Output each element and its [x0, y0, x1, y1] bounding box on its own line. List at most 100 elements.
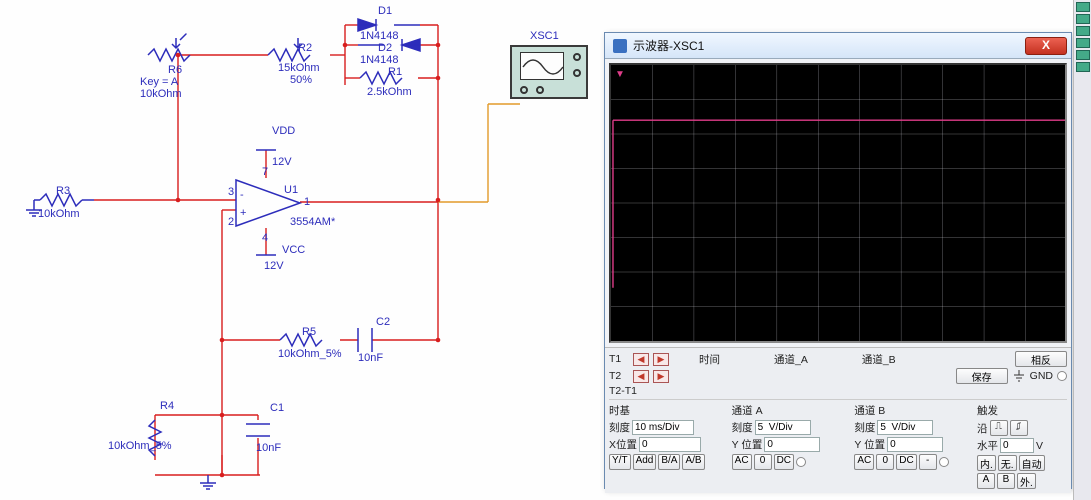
t1-left-button[interactable]: ◀ [633, 353, 649, 366]
ab-button[interactable]: A/B [682, 454, 704, 470]
level-unit: V [1036, 440, 1043, 452]
falling-edge-button[interactable]: ⎎ [1010, 420, 1028, 436]
label-r1-ref: R1 [388, 66, 402, 78]
svg-text:+: + [240, 207, 246, 219]
col-chb: 通道_B [862, 352, 896, 367]
oscilloscope-icon [613, 39, 627, 53]
t2-label: T2 [609, 370, 621, 382]
instrument-xsc1[interactable] [510, 45, 588, 99]
label-r6-val: 10kOhm [140, 88, 182, 100]
trigger-none-button[interactable]: 无. [998, 455, 1017, 471]
t1-right-button[interactable]: ▶ [653, 353, 669, 366]
cha-ypos-label: Y 位置 [732, 437, 763, 452]
palette-item[interactable] [1076, 26, 1090, 36]
sidebar-palette[interactable] [1073, 0, 1091, 500]
cha-dc-button[interactable]: DC [774, 454, 794, 470]
label-r3-val: 10kOhm [38, 208, 80, 220]
xsc1-port-gnd[interactable] [573, 69, 581, 77]
label-r2-val: 15kOhm [278, 62, 320, 74]
label-r6-key: Key = A [140, 76, 178, 88]
label-c2-ref: C2 [376, 316, 390, 328]
palette-item[interactable] [1076, 38, 1090, 48]
label-r4-ref: R4 [160, 400, 174, 412]
label-r2-ref: R2 [298, 42, 312, 54]
chb-scale-input[interactable] [877, 420, 933, 435]
reverse-button[interactable]: 相反 [1015, 351, 1067, 367]
label-r5-val: 10kOhm_5% [278, 348, 342, 360]
schematic-canvas[interactable]: - + D1 1N4148 D2 1N4148 R1 2.5kOhm R2 15… [0, 0, 1091, 500]
chb-ac-button[interactable]: AC [854, 454, 874, 470]
cha-ac-button[interactable]: AC [732, 454, 752, 470]
trigger-header: 触发 [977, 403, 1067, 418]
t2-left-button[interactable]: ◀ [633, 370, 649, 383]
trace-marker: ▼ [615, 69, 625, 80]
timebase-section: 时基 刻度 X位置 Y/T Add B/A A/B [609, 403, 728, 489]
level-label: 水平 [977, 438, 998, 453]
trigger-inside-button[interactable]: 内. [977, 455, 996, 471]
label-r5-ref: R5 [302, 326, 316, 338]
palette-item[interactable] [1076, 62, 1090, 72]
timebase-scale-input[interactable] [632, 420, 694, 435]
instrument-xsc1-screen [520, 52, 564, 80]
cha-zero-button[interactable]: 0 [754, 454, 772, 470]
add-button[interactable]: Add [633, 454, 657, 470]
chb-dc-button[interactable]: DC [896, 454, 916, 470]
label-u1-model: 3554AM* [290, 216, 335, 228]
trigger-auto-button[interactable]: 自动 [1019, 455, 1045, 471]
chb-ypos-input[interactable] [887, 437, 943, 452]
chb-port[interactable] [939, 457, 949, 467]
oscilloscope-screen[interactable]: ▼ [609, 63, 1067, 343]
t2-right-button[interactable]: ▶ [653, 370, 669, 383]
trigger-b-button[interactable]: B [997, 473, 1015, 489]
ba-button[interactable]: B/A [658, 454, 680, 470]
label-d1-ref: D1 [378, 5, 392, 17]
edge-label: 沿 [977, 421, 988, 436]
chb-zero-button[interactable]: 0 [876, 454, 894, 470]
palette-item[interactable] [1076, 14, 1090, 24]
diff-label: T2-T1 [609, 385, 637, 397]
gnd-label: GND [1030, 370, 1053, 382]
trigger-level-input[interactable] [1000, 438, 1034, 453]
chb-ypos-label: Y 位置 [854, 437, 885, 452]
label-xsc1: XSC1 [530, 30, 559, 42]
save-button[interactable]: 保存 [956, 368, 1008, 384]
palette-item[interactable] [1076, 50, 1090, 60]
label-vdd: VDD [272, 125, 295, 137]
label-c1-ref: C1 [270, 402, 284, 414]
xsc1-port-ext[interactable] [573, 53, 581, 61]
xsc1-port-a[interactable] [520, 86, 528, 94]
timebase-header: 时基 [609, 403, 728, 418]
label-d2-ref: D2 [378, 42, 392, 54]
cha-ypos-input[interactable] [764, 437, 820, 452]
yt-button[interactable]: Y/T [609, 454, 631, 470]
timebase-xpos-input[interactable] [639, 437, 701, 452]
gnd-port[interactable] [1057, 371, 1067, 381]
label-vcc-val: 12V [264, 260, 284, 272]
chb-header: 通道 B [854, 403, 973, 418]
label-c2-val: 10nF [358, 352, 383, 364]
trigger-section: 触发 沿 ⎍ ⎎ 水平 V 内. 无. 自动 [977, 403, 1067, 489]
trigger-a-button[interactable]: A [977, 473, 995, 489]
chb-minus-button[interactable]: - [919, 454, 937, 470]
t1-label: T1 [609, 353, 621, 365]
trigger-ext-button[interactable]: 外. [1017, 473, 1036, 489]
oscilloscope-controls: T1 ◀ ▶ 时间 通道_A 通道_B 相反 T2 ◀ ▶ 保存 GND T2-… [605, 347, 1071, 493]
palette-item[interactable] [1076, 2, 1090, 12]
oscilloscope-titlebar[interactable]: 示波器-XSC1 X [605, 33, 1071, 59]
cha-scale-label: 刻度 [732, 420, 753, 435]
label-r2-set: 50% [290, 74, 312, 86]
close-button[interactable]: X [1025, 37, 1067, 55]
cha-header: 通道 A [732, 403, 851, 418]
oscilloscope-title: 示波器-XSC1 [633, 37, 1025, 54]
rising-edge-button[interactable]: ⎍ [990, 420, 1008, 436]
channel-a-section: 通道 A 刻度 Y 位置 AC 0 DC [732, 403, 851, 489]
cha-scale-input[interactable] [755, 420, 811, 435]
oscilloscope-window[interactable]: 示波器-XSC1 X ▼ [604, 32, 1072, 489]
xsc1-port-b[interactable] [536, 86, 544, 94]
svg-text:-: - [240, 189, 244, 201]
label-r3-ref: R3 [56, 185, 70, 197]
cha-port[interactable] [796, 457, 806, 467]
label-pin4: 4 [262, 232, 268, 244]
chb-scale-label: 刻度 [854, 420, 875, 435]
label-r4-val: 10kOhm_5% [108, 440, 172, 452]
